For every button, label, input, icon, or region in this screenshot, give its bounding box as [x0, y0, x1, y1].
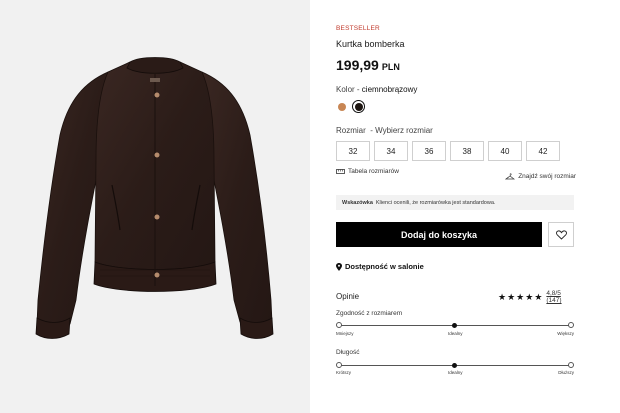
product-price: 199,99 PLN	[336, 57, 400, 73]
product-title: Kurtka bomberka	[336, 39, 405, 49]
fit-scale-middle-label: Idealny	[448, 331, 463, 336]
length-scale-end	[568, 362, 574, 368]
color-label: Kolor - ciemnobrązowy	[336, 85, 418, 94]
store-availability-link[interactable]: Dostępność w salonie	[336, 262, 424, 271]
star-icon: ★	[507, 291, 516, 302]
product-image[interactable]	[0, 0, 310, 413]
color-swatches	[336, 100, 365, 113]
color-swatch-cognac[interactable]	[338, 102, 346, 111]
size-options: 32 34 36 38 40 42	[336, 141, 560, 161]
product-details: BESTSELLER Kurtka bomberka 199,99 PLN Kol…	[336, 0, 576, 413]
color-swatch-dark-brown[interactable]	[352, 100, 365, 113]
reviews-label: Opinie	[336, 292, 360, 301]
price-value: 199,99	[336, 57, 379, 73]
star-icon: ★	[498, 291, 507, 302]
jacket-image	[35, 57, 274, 339]
star-icon: ★	[534, 291, 543, 302]
length-scale-left-label: Krótszy	[336, 370, 352, 375]
size-prompt: Wybierz rozmiar	[375, 126, 433, 135]
fit-scale-right-label: Większy	[557, 331, 574, 336]
star-icon: ★	[525, 291, 534, 302]
size-option[interactable]: 34	[374, 141, 408, 161]
find-size-label: Znajdź swój rozmiar	[518, 173, 576, 180]
length-scale	[336, 362, 574, 368]
size-option[interactable]: 32	[336, 141, 370, 161]
fit-scale-start	[336, 322, 342, 328]
size-option[interactable]: 36	[412, 141, 446, 161]
add-to-cart-button[interactable]: Dodaj do koszyka	[336, 222, 542, 247]
size-label: Rozmiar - Wybierz rozmiar	[336, 126, 433, 135]
size-option[interactable]: 42	[526, 141, 560, 161]
size-option[interactable]: 38	[450, 141, 484, 161]
hanger-icon	[505, 173, 516, 180]
hint-label: Wskazówka	[342, 199, 373, 206]
rating-stars[interactable]: ★ ★ ★ ★ ★ 4,8/5 (147)	[498, 290, 576, 304]
length-scale-start	[336, 362, 342, 368]
color-selected: ciemnobrązowy	[361, 85, 418, 94]
length-scale-title: Długość	[336, 349, 360, 356]
hint-text: Klienci ocenili, że rozmiarówka jest sta…	[375, 199, 496, 206]
size-hint: Wskazówka Klienci ocenili, że rozmiarówka…	[336, 195, 574, 210]
star-icon: ★	[516, 291, 525, 302]
fit-scale	[336, 322, 574, 328]
rating-value[interactable]: 4,8/5 (147)	[546, 290, 576, 304]
size-guide-link[interactable]: Tabela rozmiarów	[336, 168, 399, 175]
find-size-link[interactable]: Znajdź swój rozmiar	[505, 173, 576, 180]
location-pin-icon	[336, 262, 342, 271]
size-option[interactable]: 40	[488, 141, 522, 161]
length-scale-marker	[452, 362, 457, 368]
heart-icon	[555, 229, 567, 240]
length-scale-right-label: Dłuższy	[558, 370, 574, 375]
size-guide-label: Tabela rozmiarów	[348, 168, 399, 175]
color-swatch-dark-brown-fill	[354, 102, 363, 111]
bestseller-badge: BESTSELLER	[336, 25, 380, 32]
fit-scale-left-label: Mniejszy	[336, 331, 354, 336]
fit-scale-marker	[452, 322, 457, 328]
size-label-text: Rozmiar	[336, 126, 366, 135]
fit-scale-end	[568, 322, 574, 328]
wishlist-button[interactable]	[548, 222, 574, 247]
length-scale-middle-label: Idealny	[448, 370, 463, 375]
store-availability-label: Dostępność w salonie	[345, 262, 424, 271]
price-currency: PLN	[381, 62, 400, 72]
ruler-icon	[336, 169, 345, 174]
color-label-text: Kolor	[336, 85, 355, 94]
fit-scale-title: Zgodność z rozmiarem	[336, 310, 403, 317]
